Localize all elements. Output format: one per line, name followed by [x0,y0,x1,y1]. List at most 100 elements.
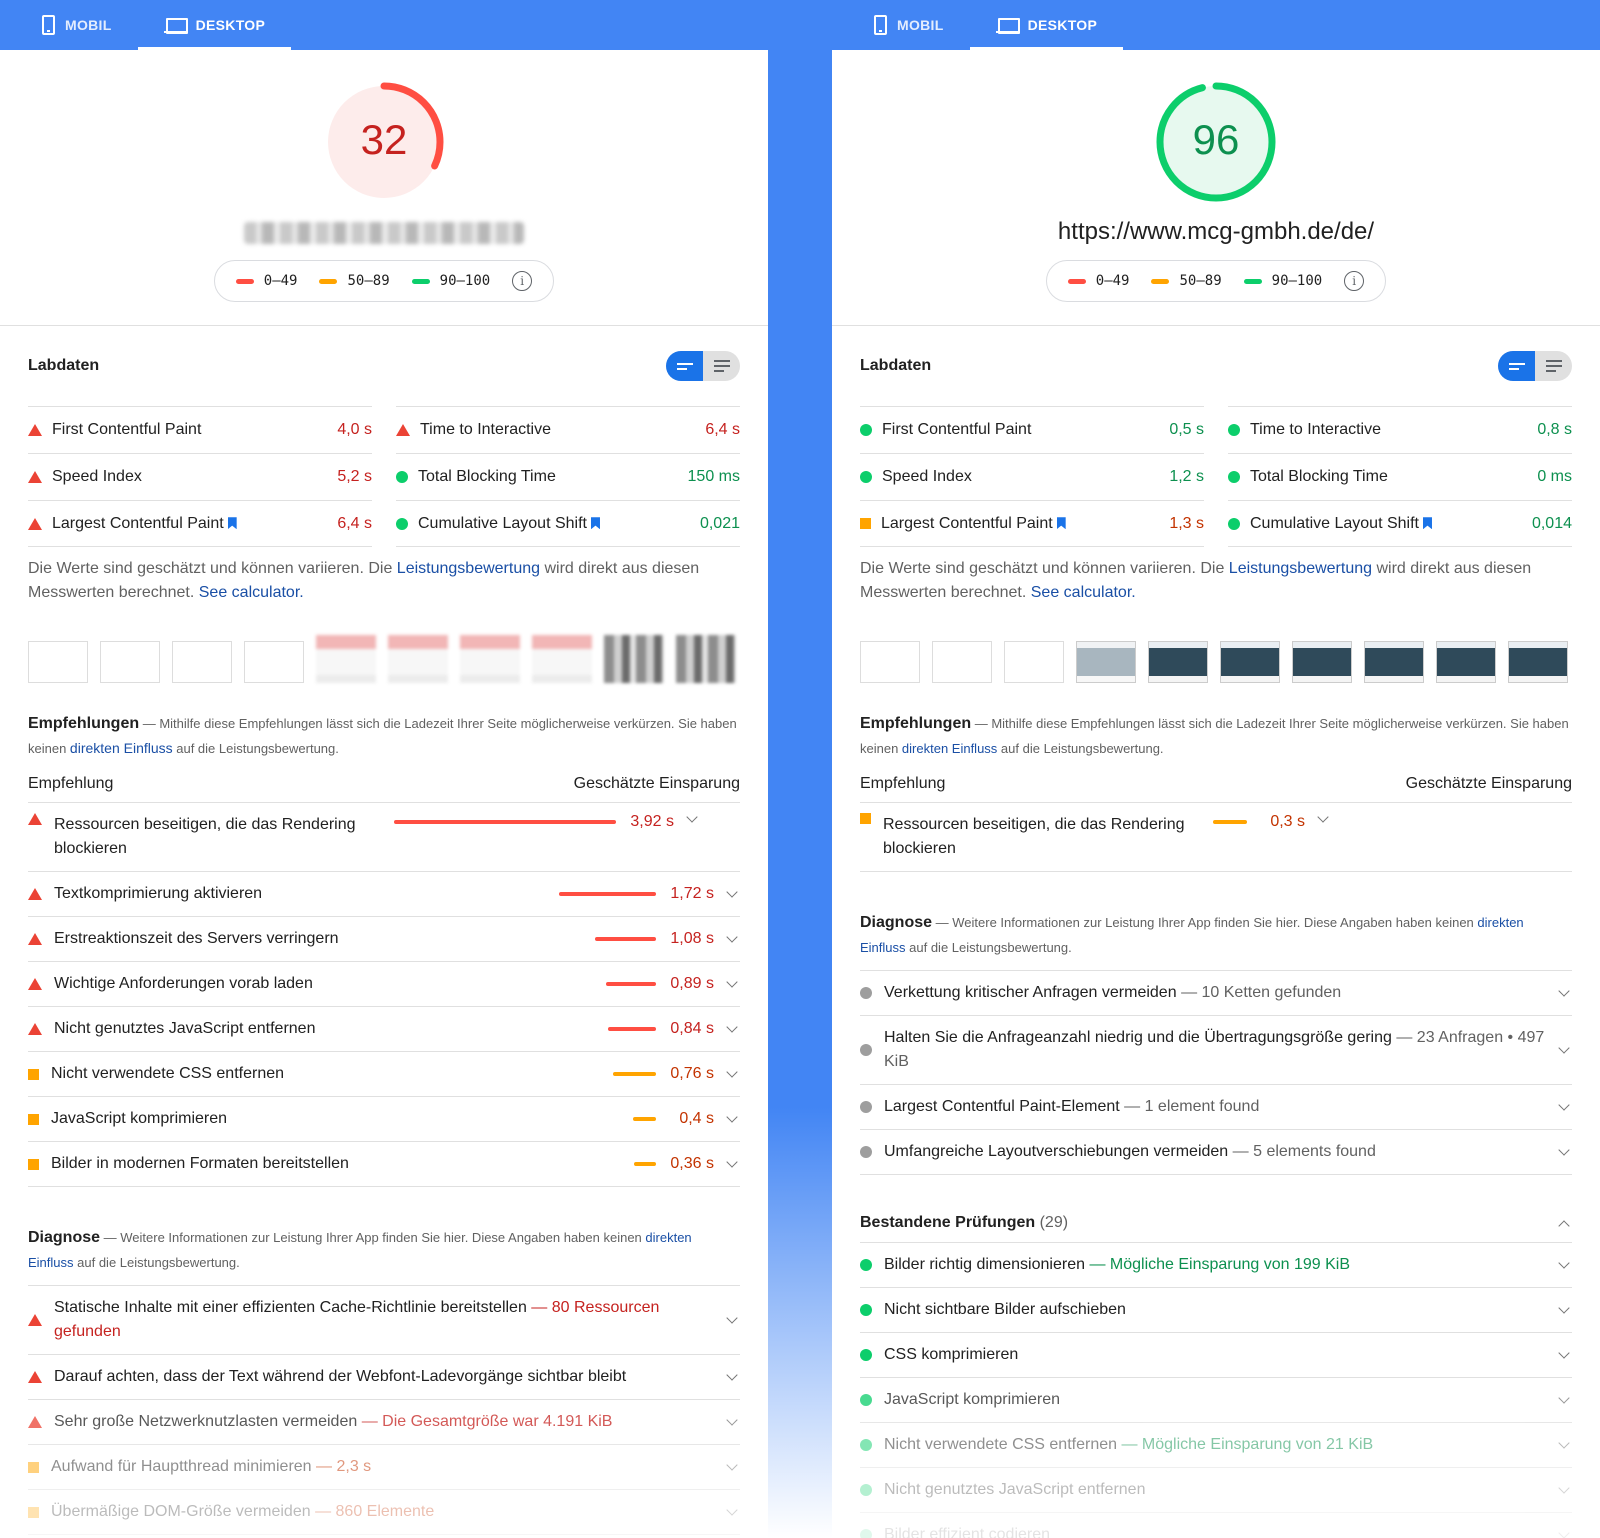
chevron-down-icon[interactable] [1558,1392,1570,1404]
legend-label: 90–100 [1271,273,1323,289]
passed-audit-row[interactable]: Bilder richtig dimensionieren — Mögliche… [860,1243,1572,1288]
opportunity-list: Ressourcen beseitigen, die das Rendering… [860,803,1572,872]
line [1508,367,1519,370]
chevron-down-icon[interactable] [686,811,698,823]
metric-value: 5,2 s [337,468,372,485]
chevron-down-icon[interactable] [726,1312,738,1324]
filmstrip-frame [388,635,448,683]
diagnostic-row[interactable]: Verkettung kritischer Anfragen vermeiden… [860,971,1572,1016]
chevron-down-icon[interactable] [726,1504,738,1516]
tab-desktop[interactable]: DESKTOP [137,0,292,50]
chevron-down-icon[interactable] [1558,985,1570,997]
legend-mid: 50–89 [1151,273,1222,289]
chevron-down-icon[interactable] [1558,1527,1570,1538]
impact-link[interactable]: direkten Einfluss [70,740,173,756]
chevron-down-icon[interactable] [726,976,738,988]
compact-view-icon[interactable] [1498,351,1535,381]
chevron-down-icon[interactable] [726,1414,738,1426]
chevron-down-icon[interactable] [1558,1257,1570,1269]
savings-bar-wrap: 0,4 s [633,1110,714,1128]
diagnostic-row[interactable]: Darauf achten, dass der Text während der… [28,1355,740,1400]
passed-audits-header[interactable]: Bestandene Prüfungen (29) [860,1203,1572,1243]
passed-audit-row[interactable]: JavaScript komprimieren [860,1378,1572,1423]
opportunity-row[interactable]: Wichtige Anforderungen vorab laden 0,89 s [28,962,740,1007]
info-icon[interactable]: i [1344,271,1365,291]
filmstrip-frame [1148,641,1208,683]
passed-audit-row[interactable]: Nicht sichtbare Bilder aufschieben [860,1288,1572,1333]
score-link[interactable]: Leistungsbewertung [1229,560,1372,577]
section-desc: auf die Leistungsbewertung. [73,1255,240,1270]
fail-icon [28,933,42,945]
compact-view-icon[interactable] [666,351,703,381]
opportunity-row[interactable]: Bilder in modernen Formaten bereitstelle… [28,1142,740,1187]
score-legend: 0–49 50–89 90–100 i [214,260,554,302]
diagnostic-row[interactable]: Largest Contentful Paint-Element — 1 ele… [860,1085,1572,1130]
chevron-down-icon[interactable] [1558,1144,1570,1156]
chevron-down-icon[interactable] [1558,1042,1570,1054]
legend-bar [1243,278,1262,284]
chevron-down-icon[interactable] [1558,1437,1570,1449]
chevron-down-icon[interactable] [726,1111,738,1123]
diagnostic-row[interactable]: Statische Inhalte mit einer effizienten … [28,1286,740,1355]
view-toggle[interactable] [666,351,740,381]
passed-audit-row[interactable]: Nicht genutztes JavaScript entfernen [860,1468,1572,1513]
calculator-link[interactable]: See calculator. [1031,584,1136,601]
expanded-view-icon[interactable] [703,351,740,381]
legend-mid: 50–89 [319,273,390,289]
opportunity-row[interactable]: Textkomprimierung aktivieren 1,72 s [28,872,740,917]
opportunity-row[interactable]: Erstreaktionszeit des Servers verringern… [28,917,740,962]
opportunity-row[interactable]: JavaScript komprimieren 0,4 s [28,1097,740,1142]
diagnostic-row[interactable]: Aufwand für Hauptthread minimieren — 2,3… [28,1445,740,1490]
average-icon [28,1158,39,1170]
metrics-note: Die Werte sind geschätzt und können vari… [860,557,1572,605]
opportunity-row[interactable]: Nicht verwendete CSS entfernen 0,76 s [28,1052,740,1097]
chevron-down-icon[interactable] [726,1021,738,1033]
tab-mobile[interactable]: MOBIL [848,0,970,50]
line [713,370,724,372]
diagnostics-list: Verkettung kritischer Anfragen vermeiden… [860,970,1572,1175]
metric-name: Time to Interactive [1250,421,1382,438]
chevron-up-icon[interactable] [1558,1219,1570,1232]
tab-mobile[interactable]: MOBIL [16,0,138,50]
chevron-down-icon[interactable] [726,931,738,943]
chevron-down-icon[interactable] [726,1156,738,1168]
diagnostic-row[interactable]: Sehr große Netzwerknutzlasten vermeiden … [28,1400,740,1445]
calculator-link[interactable]: See calculator. [199,584,304,601]
metric-tbt: Total Blocking Time 0 ms [1228,453,1572,500]
info-icon[interactable]: i [512,271,533,291]
chevron-down-icon[interactable] [726,1459,738,1471]
expanded-view-icon[interactable] [1535,351,1572,381]
opportunity-row[interactable]: Nicht genutztes JavaScript entfernen 0,84… [28,1007,740,1052]
audit-detail: — Mögliche Einsparung von 199 KiB [1089,1256,1351,1273]
chevron-down-icon[interactable] [1558,1347,1570,1359]
passed-audit-row[interactable]: CSS komprimieren [860,1333,1572,1378]
audit-label: Statische Inhalte mit einer effizienten … [54,1296,714,1344]
metric-name: First Contentful Paint [52,421,202,438]
opportunity-row[interactable]: Ressourcen beseitigen, die das Rendering… [28,803,740,872]
chevron-down-icon[interactable] [1317,811,1329,823]
chevron-down-icon[interactable] [726,1369,738,1381]
tab-label: DESKTOP [195,17,266,33]
chevron-down-icon[interactable] [1558,1482,1570,1494]
filmstrip-frame [28,641,88,683]
diagnostic-row[interactable]: Halten Sie die Anfrageanzahl niedrig und… [860,1016,1572,1085]
chevron-down-icon[interactable] [726,1066,738,1078]
chevron-down-icon[interactable] [726,886,738,898]
legend-high: 90–100 [1243,273,1323,289]
chevron-down-icon[interactable] [1558,1302,1570,1314]
score-value: 96 [1192,116,1240,163]
opportunity-label: Ressourcen beseitigen, die das Rendering… [883,816,1185,857]
chevron-down-icon[interactable] [1558,1099,1570,1111]
diagnostic-row[interactable]: Übermäßige DOM-Größe vermeiden — 860 Ele… [28,1490,740,1535]
impact-link[interactable]: direkten Einfluss [902,741,997,756]
bookmark-icon [1056,517,1066,530]
metrics-grid: First Contentful Paint 0,5 s Time to Inte… [860,406,1572,547]
opportunity-row[interactable]: Ressourcen beseitigen, die das Rendering… [860,803,1572,872]
diagnostic-row[interactable]: Umfangreiche Layoutverschiebungen vermei… [860,1130,1572,1175]
view-toggle[interactable] [1498,351,1572,381]
score-link[interactable]: Leistungsbewertung [397,560,540,577]
device-tabs: MOBIL DESKTOP [832,0,1600,50]
tab-desktop[interactable]: DESKTOP [969,0,1124,50]
passed-audit-row[interactable]: Bilder effizient codieren [860,1513,1572,1538]
passed-audit-row[interactable]: Nicht verwendete CSS entfernen — Möglich… [860,1423,1572,1468]
